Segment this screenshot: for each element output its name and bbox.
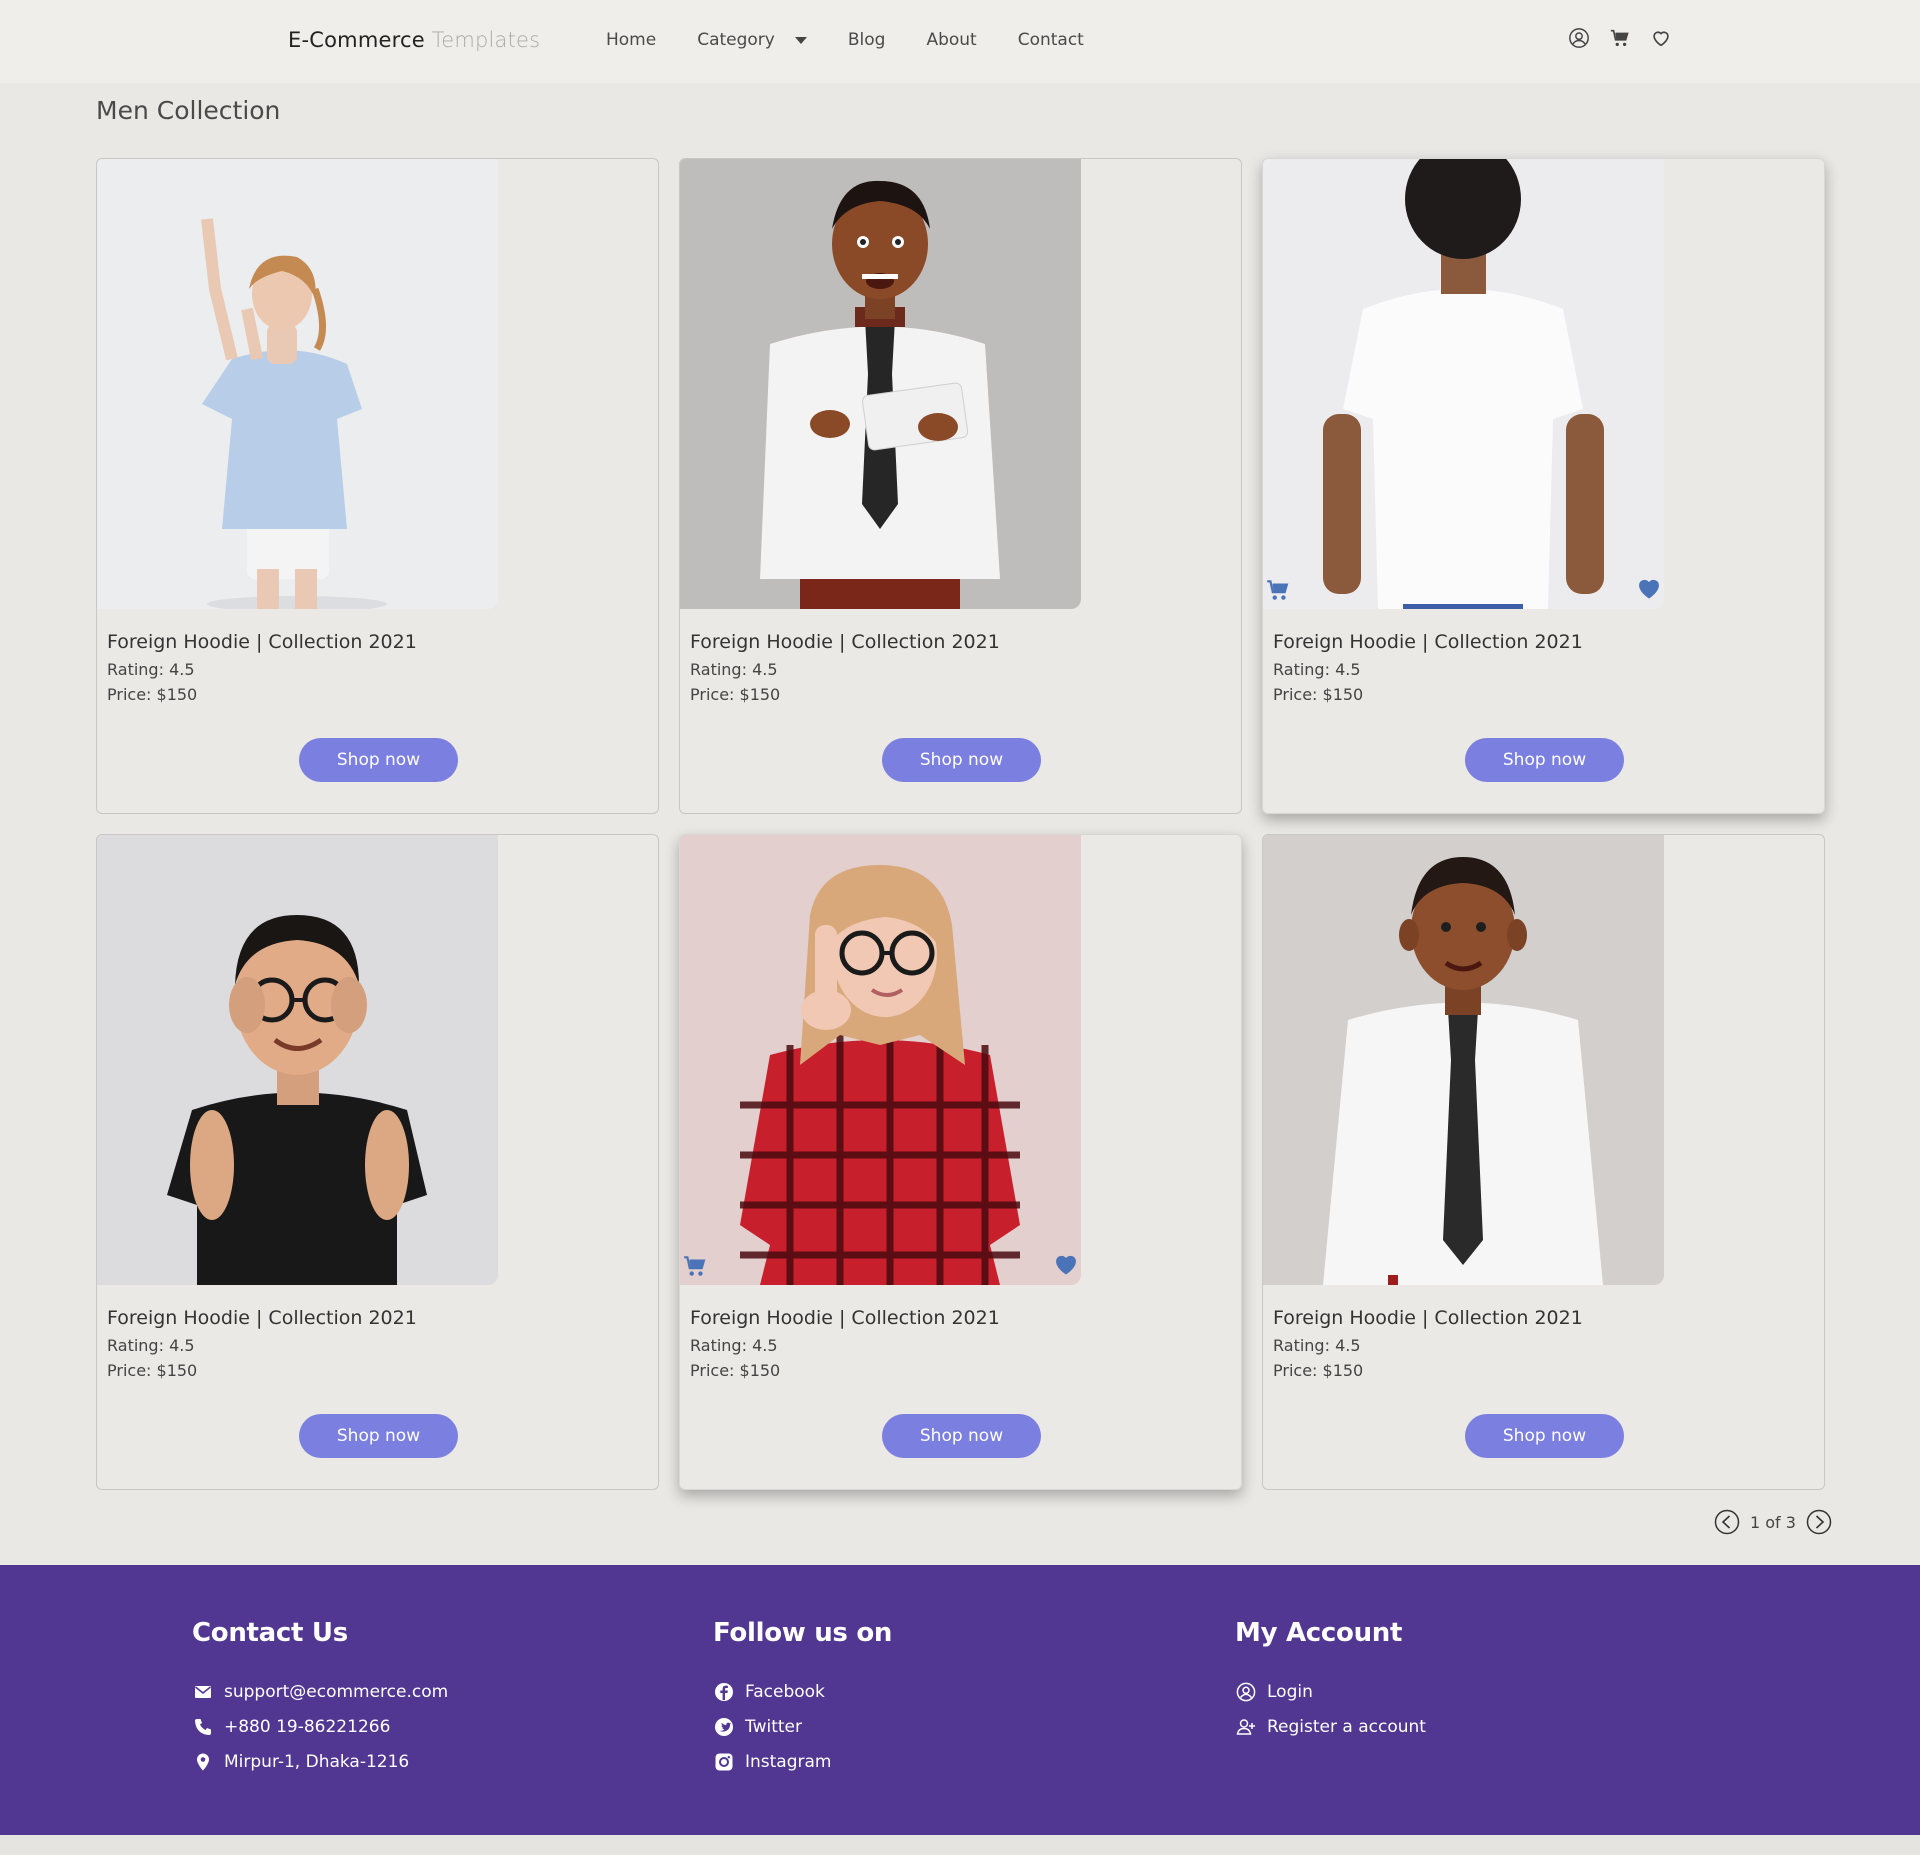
heart-icon[interactable] — [1635, 574, 1663, 602]
shop-now-button[interactable]: Shop now — [1465, 1414, 1624, 1458]
product-image[interactable] — [680, 835, 1081, 1285]
nav-home[interactable]: Home — [606, 30, 656, 50]
product-title: Foreign Hoodie | Collection 2021 — [1273, 631, 1583, 653]
facebook-icon — [713, 1681, 735, 1703]
cart-icon[interactable] — [682, 1253, 708, 1279]
nav-contact[interactable]: Contact — [1018, 30, 1084, 50]
product-image[interactable] — [97, 159, 498, 609]
shop-now-button[interactable]: Shop now — [882, 738, 1041, 782]
chevron-right-icon[interactable] — [1806, 1509, 1832, 1535]
brand-secondary: Templates — [431, 28, 541, 52]
product-price: Price: $150 — [1273, 685, 1364, 704]
cart-icon[interactable] — [1608, 26, 1632, 50]
heart-icon[interactable] — [1649, 26, 1673, 50]
product-card[interactable]: Foreign Hoodie | Collection 2021 Rating:… — [679, 834, 1242, 1490]
product-card[interactable]: Foreign Hoodie | Collection 2021 Rating:… — [96, 834, 659, 1490]
account-login-text: Login — [1267, 1681, 1313, 1702]
social-instagram[interactable]: Instagram — [713, 1744, 892, 1779]
shop-now-button[interactable]: Shop now — [882, 1414, 1041, 1458]
nav-about-label: About — [926, 30, 977, 50]
contact-address[interactable]: Mirpur-1, Dhaka-1216 — [192, 1744, 448, 1779]
header-actions — [1567, 26, 1690, 50]
shop-now-button[interactable]: Shop now — [299, 738, 458, 782]
footer-contact: Contact Us support@ecommerce.com +880 19… — [192, 1618, 448, 1779]
nav-contact-label: Contact — [1017, 30, 1084, 50]
account-register-text: Register a account — [1267, 1716, 1426, 1737]
mail-icon — [192, 1681, 214, 1703]
product-title: Foreign Hoodie | Collection 2021 — [690, 1307, 1000, 1329]
account-login[interactable]: Login — [1235, 1674, 1426, 1709]
footer-heading: My Account — [1235, 1618, 1403, 1648]
nav-about[interactable]: About — [926, 30, 976, 50]
phone-icon — [192, 1716, 214, 1738]
nav-blog[interactable]: Blog — [848, 30, 886, 50]
product-rating: Rating: 4.5 — [107, 1336, 195, 1355]
product-card[interactable]: Foreign Hoodie | Collection 2021 Rating:… — [96, 158, 659, 814]
product-title: Foreign Hoodie | Collection 2021 — [107, 1307, 417, 1329]
location-icon — [192, 1751, 214, 1773]
nav-blog-label: Blog — [847, 30, 886, 50]
product-title: Foreign Hoodie | Collection 2021 — [107, 631, 417, 653]
chevron-left-icon[interactable] — [1714, 1509, 1740, 1535]
product-card[interactable]: Foreign Hoodie | Collection 2021 Rating:… — [1262, 834, 1825, 1490]
product-rating: Rating: 4.5 — [690, 660, 778, 679]
twitter-icon — [713, 1716, 735, 1738]
user-icon — [1235, 1681, 1257, 1703]
product-title: Foreign Hoodie | Collection 2021 — [690, 631, 1000, 653]
product-image[interactable] — [680, 159, 1081, 609]
contact-email[interactable]: support@ecommerce.com — [192, 1674, 448, 1709]
nav-category-label: Category — [697, 30, 775, 50]
chevron-down-icon — [794, 36, 807, 44]
product-price: Price: $150 — [1273, 1361, 1364, 1380]
account-register[interactable]: Register a account — [1235, 1709, 1426, 1744]
social-facebook[interactable]: Facebook — [713, 1674, 892, 1709]
main-nav: Home Category Blog About Contact — [606, 30, 1125, 50]
heart-icon[interactable] — [1052, 1250, 1080, 1278]
footer-heading: Contact Us — [192, 1618, 348, 1648]
social-facebook-text: Facebook — [745, 1681, 825, 1702]
footer-heading: Follow us on — [713, 1618, 893, 1648]
social-instagram-text: Instagram — [745, 1751, 832, 1772]
contact-email-text: support@ecommerce.com — [224, 1681, 449, 1702]
product-price: Price: $150 — [690, 1361, 781, 1380]
product-rating: Rating: 4.5 — [690, 1336, 778, 1355]
contact-address-text: Mirpur-1, Dhaka-1216 — [224, 1751, 410, 1772]
product-rating: Rating: 4.5 — [107, 660, 195, 679]
contact-phone-text: +880 19-86221266 — [224, 1716, 391, 1737]
footer-follow: Follow us on Facebook Twitter Instagram — [713, 1618, 892, 1779]
product-rating: Rating: 4.5 — [1273, 660, 1361, 679]
product-price: Price: $150 — [690, 685, 781, 704]
product-image[interactable] — [97, 835, 498, 1285]
nav-category[interactable]: Category — [697, 30, 807, 50]
footer: Contact Us support@ecommerce.com +880 19… — [0, 1565, 1920, 1835]
footer-account: My Account Login Register a account — [1235, 1618, 1426, 1744]
top-navbar: E-Commerce Templates Home Category Blog … — [0, 0, 1920, 83]
cart-icon[interactable] — [1265, 577, 1291, 603]
brand-primary: E-Commerce — [288, 28, 425, 52]
product-title: Foreign Hoodie | Collection 2021 — [1273, 1307, 1583, 1329]
product-image[interactable] — [1263, 835, 1664, 1285]
user-icon[interactable] — [1567, 26, 1591, 50]
product-card[interactable]: Foreign Hoodie | Collection 2021 Rating:… — [1262, 158, 1825, 814]
product-image[interactable] — [1263, 159, 1664, 609]
pagination: 1 of 3 — [1714, 1509, 1832, 1535]
page-title: Men Collection — [96, 96, 281, 125]
nav-home-label: Home — [606, 30, 657, 50]
instagram-icon — [713, 1751, 735, 1773]
add-user-icon — [1235, 1716, 1257, 1738]
page-indicator: 1 of 3 — [1750, 1512, 1796, 1532]
product-price: Price: $150 — [107, 685, 198, 704]
footer-bottom-strip — [0, 1835, 1920, 1855]
product-rating: Rating: 4.5 — [1273, 1336, 1361, 1355]
shop-now-button[interactable]: Shop now — [299, 1414, 458, 1458]
social-twitter-text: Twitter — [745, 1716, 802, 1737]
contact-phone[interactable]: +880 19-86221266 — [192, 1709, 448, 1744]
product-price: Price: $150 — [107, 1361, 198, 1380]
product-card[interactable]: Foreign Hoodie | Collection 2021 Rating:… — [679, 158, 1242, 814]
shop-now-button[interactable]: Shop now — [1465, 738, 1624, 782]
brand-logo[interactable]: E-Commerce Templates — [288, 28, 540, 52]
social-twitter[interactable]: Twitter — [713, 1709, 892, 1744]
